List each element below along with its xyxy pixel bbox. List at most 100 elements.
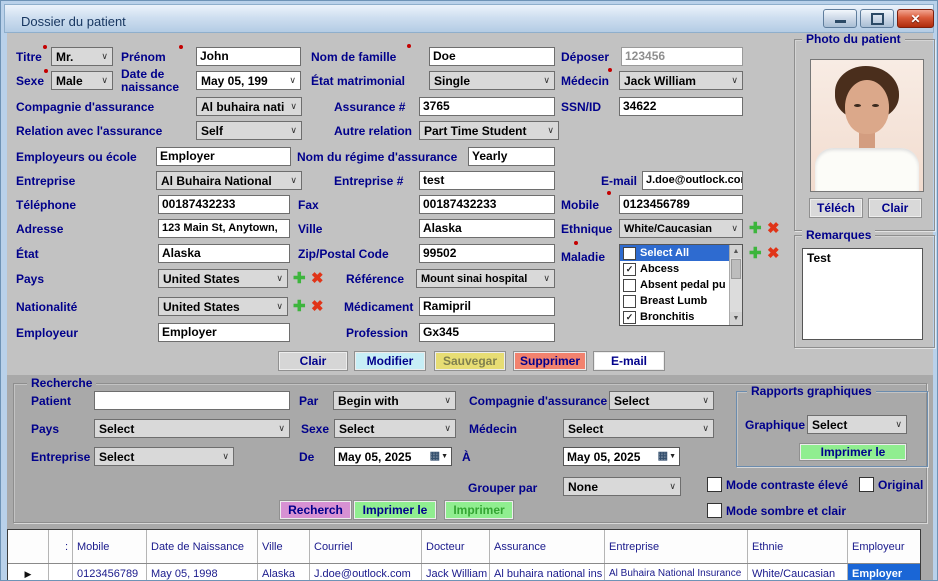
etat-input[interactable]: Alaska: [158, 244, 290, 263]
clair-button[interactable]: Clair: [278, 351, 348, 371]
cell-assurance[interactable]: Al buhaira national ins: [490, 564, 605, 581]
cell-mobile[interactable]: 0123456789: [73, 564, 147, 581]
header-selector[interactable]: [8, 530, 49, 563]
date-to-picker[interactable]: May 05, 2025▦▼: [563, 447, 680, 466]
title-bar[interactable]: Dossier du patient: [4, 4, 934, 33]
prenom-input[interactable]: John: [196, 47, 301, 66]
reference-select[interactable]: Mount sinai hospital∨: [416, 269, 555, 288]
list-item[interactable]: Breast Lumb: [620, 293, 729, 309]
sauvegar-button[interactable]: Sauvegar: [434, 351, 506, 371]
patient-search-input[interactable]: [94, 391, 290, 410]
delete-ethnique-icon[interactable]: ✖: [767, 221, 780, 236]
header-assurance[interactable]: Assurance: [490, 530, 605, 563]
zip-input[interactable]: 99502: [419, 244, 555, 263]
email-button[interactable]: E-mail: [593, 351, 665, 371]
header-ethnie[interactable]: Ethnie: [748, 530, 848, 563]
checkbox[interactable]: ✓: [623, 311, 636, 324]
minimize-button[interactable]: [823, 9, 857, 28]
medicament-input[interactable]: Ramipril: [419, 297, 555, 316]
regime-input[interactable]: Yearly: [468, 147, 555, 166]
search-entreprise-select[interactable]: Select∨: [94, 447, 234, 466]
header-docteur[interactable]: Docteur: [422, 530, 490, 563]
add-ethnique-icon[interactable]: ✚: [749, 221, 762, 236]
cell-entreprise[interactable]: Al Buhaira National Insurance: [605, 564, 748, 581]
search-sexe-select[interactable]: Select∨: [334, 419, 456, 438]
ethnique-select[interactable]: White/Caucasian∨: [619, 219, 743, 238]
ville-input[interactable]: Alaska: [419, 219, 555, 238]
scrollbar[interactable]: ▲ ▼: [729, 245, 742, 325]
checkbox[interactable]: [623, 295, 636, 308]
add-nationalite-icon[interactable]: ✚: [293, 299, 306, 314]
header-col1[interactable]: :: [49, 530, 73, 563]
recherch-button[interactable]: Recherch: [279, 500, 352, 520]
add-pays-icon[interactable]: ✚: [293, 271, 306, 286]
compagnie-select[interactable]: Al buhaira nati∨: [196, 97, 302, 116]
list-item[interactable]: Select All: [620, 245, 729, 261]
rapports-imprimer-le-button[interactable]: Imprimer le: [799, 443, 907, 461]
ssn-input[interactable]: 34622: [619, 97, 743, 116]
adresse-input[interactable]: 123 Main St, Anytown,: [158, 219, 290, 238]
pays-select[interactable]: United States∨: [158, 269, 288, 288]
nom-input[interactable]: Doe: [429, 47, 555, 66]
list-item[interactable]: Absent pedal pu: [620, 277, 729, 293]
imprimer-le-button[interactable]: Imprimer le: [353, 500, 437, 520]
photo-upload-button[interactable]: Téléch: [809, 198, 863, 218]
delete-maladie-icon[interactable]: ✖: [767, 246, 780, 261]
ddn-select[interactable]: May 05, 199∨: [196, 71, 301, 90]
grouper-par-select[interactable]: None∨: [563, 477, 681, 496]
header-ville[interactable]: Ville: [258, 530, 310, 563]
graphique-select[interactable]: Select∨: [807, 415, 907, 434]
delete-pays-icon[interactable]: ✖: [311, 271, 324, 286]
checkbox[interactable]: [623, 247, 636, 260]
titre-select[interactable]: Mr.∨: [51, 47, 113, 66]
cell-ville[interactable]: Alaska: [258, 564, 310, 581]
header-date-naissance[interactable]: Date de Naissance: [147, 530, 258, 563]
search-pays-select[interactable]: Select∨: [94, 419, 290, 438]
par-select[interactable]: Begin with∨: [333, 391, 456, 410]
search-medecin-select[interactable]: Select∨: [563, 419, 714, 438]
cell-courriel[interactable]: J.doe@outlock.com: [310, 564, 422, 581]
nationalite-select[interactable]: United States∨: [158, 297, 288, 316]
close-button[interactable]: ✕: [897, 9, 934, 28]
sexe-select[interactable]: Male∨: [51, 71, 113, 90]
mode-sombre-checkbox[interactable]: [707, 503, 722, 518]
add-maladie-icon[interactable]: ✚: [749, 246, 762, 261]
etat-matrimonial-select[interactable]: Single∨: [429, 71, 555, 90]
scrollbar-thumb[interactable]: [731, 259, 741, 279]
photo-clear-button[interactable]: Clair: [868, 198, 922, 218]
scroll-up-icon[interactable]: ▲: [730, 245, 742, 258]
fax-input[interactable]: 00187432233: [419, 195, 555, 214]
cell-ethnie[interactable]: White/Caucasian: [748, 564, 848, 581]
employeurs-ecole-input[interactable]: Employer: [156, 147, 291, 166]
employeur-input[interactable]: Employer: [158, 323, 290, 342]
header-courriel[interactable]: Courriel: [310, 530, 422, 563]
relation-select[interactable]: Self∨: [196, 121, 302, 140]
maladie-listbox[interactable]: Select All ✓Abcess Absent pedal pu Breas…: [619, 244, 743, 326]
original-checkbox[interactable]: [859, 477, 874, 492]
checkbox[interactable]: ✓: [623, 263, 636, 276]
autre-relation-select[interactable]: Part Time Student∨: [419, 121, 559, 140]
cell-docteur[interactable]: Jack William: [422, 564, 490, 581]
checkbox[interactable]: [623, 279, 636, 292]
supprimer-button[interactable]: Supprimer: [513, 351, 587, 371]
date-from-picker[interactable]: May 05, 2025▦▼: [334, 447, 452, 466]
search-compagnie-select[interactable]: Select∨: [609, 391, 714, 410]
modifier-button[interactable]: Modifier: [354, 351, 426, 371]
delete-nationalite-icon[interactable]: ✖: [311, 299, 324, 314]
header-entreprise[interactable]: Entreprise: [605, 530, 748, 563]
maximize-button[interactable]: [860, 9, 894, 28]
list-item[interactable]: ✓Bronchitis: [620, 309, 729, 325]
header-mobile[interactable]: Mobile: [73, 530, 147, 563]
profession-input[interactable]: Gx345: [419, 323, 555, 342]
mobile-input[interactable]: 0123456789: [619, 195, 743, 214]
table-row[interactable]: ▶ 0123456789 May 05, 1998 Alaska J.doe@o…: [8, 564, 920, 581]
entreprise-no-input[interactable]: test: [419, 171, 555, 190]
remarks-textarea[interactable]: Test: [802, 248, 923, 340]
deposer-input[interactable]: 123456: [621, 47, 743, 66]
cell-date-naissance[interactable]: May 05, 1998: [147, 564, 258, 581]
assurance-no-input[interactable]: 3765: [419, 97, 555, 116]
list-item[interactable]: ✓Abcess: [620, 261, 729, 277]
email-input[interactable]: J.doe@outlock.com: [642, 171, 743, 190]
cell-employeur-selected[interactable]: Employer: [848, 564, 920, 581]
telephone-input[interactable]: 00187432233: [158, 195, 290, 214]
